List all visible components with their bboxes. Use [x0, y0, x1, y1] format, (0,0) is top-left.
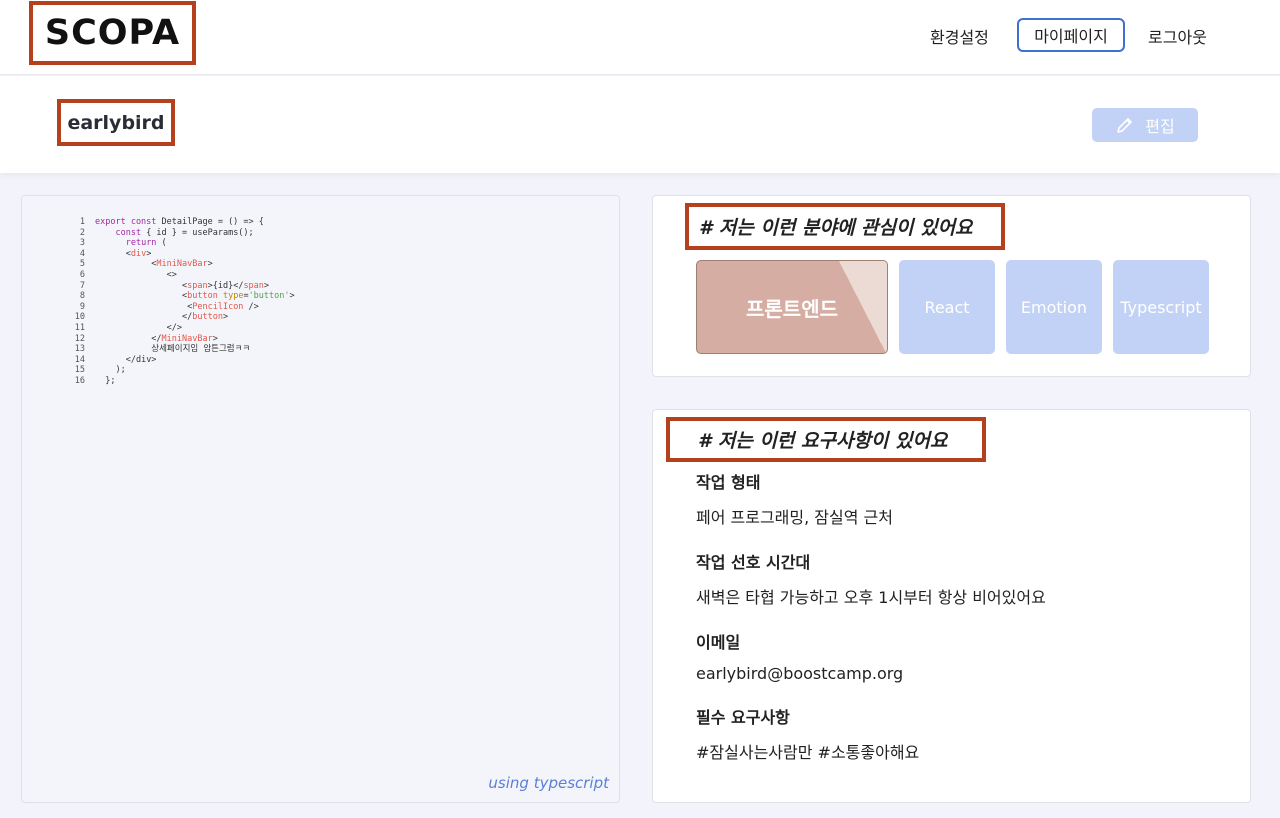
code-token: </>: [166, 322, 183, 333]
code-token: </div>: [125, 354, 157, 365]
logo[interactable]: SCOPA: [29, 1, 196, 65]
code-line: 7 <span>{id}</span>: [62, 281, 295, 292]
line-number: 2: [79, 227, 85, 238]
code-token: MiniNavBar: [161, 333, 213, 344]
code-panel: 1 export const DetailPage = () => { 2 con…: [21, 195, 620, 803]
code-token: />: [243, 301, 259, 312]
edit-button-label: 편집: [1145, 117, 1175, 136]
code-token: button: [192, 312, 223, 323]
code-token: { id } = useParams();: [141, 227, 254, 238]
line-number: 8: [79, 291, 85, 302]
requirement-label: 이메일: [696, 633, 741, 652]
code-line: 4 <div>: [62, 249, 295, 260]
requirement-value: 새벽은 타협 가능하고 오후 1시부터 항상 비어있어요: [696, 588, 1046, 607]
requirements-list: 작업 형태 페어 프로그래밍, 잠실역 근처 작업 선호 시간대 새벽은 타협 …: [696, 469, 1046, 784]
code-line: 14 </div>: [62, 355, 295, 366]
code-token: div: [130, 248, 147, 259]
code-token: span: [243, 280, 264, 291]
code-token: PencilIcon: [192, 301, 244, 312]
code-line: 1 export const DetailPage = () => {: [62, 217, 295, 228]
line-number: 9: [79, 301, 85, 312]
requirement-label: 필수 요구사항: [696, 708, 790, 727]
code-token: );: [115, 365, 126, 376]
profile-header: earlybird 편집: [0, 76, 1280, 173]
line-number: 12: [74, 333, 85, 344]
code-token: (: [156, 238, 167, 249]
code-token: </: [182, 312, 193, 323]
interest-chip-typescript[interactable]: Typescript: [1113, 260, 1209, 354]
nav-mypage-button[interactable]: 마이페이지: [1017, 18, 1125, 52]
line-number: 7: [79, 280, 85, 291]
code-language-caption: using typescript: [488, 774, 609, 792]
edit-button[interactable]: 편집: [1092, 108, 1198, 142]
chip-label: Typescript: [1120, 297, 1202, 317]
line-number: 6: [79, 269, 85, 280]
code-token: >: [146, 248, 152, 259]
requirement-value: 페어 프로그래밍, 잠실역 근처: [696, 508, 893, 527]
code-line: 3 return (: [62, 238, 295, 249]
code-token: >: [212, 333, 218, 344]
code-line: 2 const { id } = useParams();: [62, 228, 295, 239]
code-token: export const: [95, 217, 157, 227]
code-token: 상세페이지임 암튼그럼ㅋㅋ: [151, 344, 251, 355]
line-number: 14: [74, 354, 85, 365]
code-token: DetailPage = () => {: [156, 217, 264, 227]
line-number: 11: [74, 322, 85, 333]
code-token: <>: [166, 269, 177, 280]
code-token: MiniNavBar: [156, 259, 208, 270]
line-number: 5: [79, 259, 85, 270]
interest-chip-list: 프론트엔드 React Emotion Typescript: [696, 260, 1209, 354]
code-line: 6 <>: [62, 270, 295, 281]
code-token: >: [222, 312, 229, 323]
code-token: 'button': [248, 291, 290, 302]
code-line: 15 );: [62, 365, 295, 376]
code-token: >: [263, 280, 270, 291]
top-navigation-bar: SCOPA 환경설정 마이페이지 로그아웃: [0, 0, 1280, 75]
code-token: type: [217, 291, 244, 302]
line-number: 16: [74, 375, 85, 386]
requirements-title: # 저는 이런 요구사항이 있어요: [666, 417, 986, 462]
code-token: >: [289, 291, 295, 302]
chip-label: React: [924, 297, 970, 317]
code-token: };: [105, 375, 116, 386]
line-number: 3: [79, 238, 85, 249]
chip-label: Emotion: [1020, 297, 1088, 317]
code-block: 1 export const DetailPage = () => { 2 con…: [62, 217, 295, 387]
interest-chip-react[interactable]: React: [899, 260, 995, 354]
code-token: button: [187, 291, 218, 302]
requirement-label: 작업 형태: [696, 473, 761, 492]
interest-chip-emotion[interactable]: Emotion: [1006, 260, 1102, 354]
code-line: 8 <button type='button'>: [62, 291, 295, 302]
nav-settings-link[interactable]: 환경설정: [930, 24, 989, 48]
code-line: 9 <PencilIcon />: [62, 302, 295, 313]
chip-label: 프론트엔드: [746, 296, 838, 321]
username: earlybird: [57, 99, 175, 146]
code-token: return: [125, 238, 157, 249]
nav-logout-link[interactable]: 로그아웃: [1148, 24, 1207, 48]
code-token: >{id}</: [207, 280, 244, 291]
interests-title: # 저는 이런 분야에 관심이 있어요: [685, 203, 1005, 250]
interest-chip-frontend[interactable]: 프론트엔드: [696, 260, 888, 354]
line-number: 4: [79, 248, 85, 259]
code-token: </: [151, 333, 162, 344]
line-number: 13: [74, 344, 85, 355]
code-line: 10 </button>: [62, 312, 295, 323]
requirement-value: #잠실사는사람만 #소통좋아해요: [696, 743, 920, 762]
code-line: 12 </MiniNavBar>: [62, 334, 295, 345]
code-token: >: [207, 259, 213, 270]
requirement-label: 작업 선호 시간대: [696, 553, 811, 572]
line-number: 10: [74, 312, 85, 323]
interests-panel: # 저는 이런 분야에 관심이 있어요 프론트엔드 React Emotion …: [652, 195, 1251, 377]
code-line: 16 };: [62, 376, 295, 387]
requirement-value: earlybird@boostcamp.org: [696, 664, 904, 683]
pencil-icon: [1117, 118, 1133, 133]
code-line: 5 <MiniNavBar>: [62, 259, 295, 270]
line-number: 1: [79, 217, 85, 227]
code-token: span: [187, 280, 208, 291]
code-line: 11 </>: [62, 323, 295, 334]
code-line: 13 상세페이지임 암튼그럼ㅋㅋ: [62, 344, 295, 355]
line-number: 15: [74, 365, 85, 376]
code-token: const: [115, 227, 142, 238]
requirements-panel: # 저는 이런 요구사항이 있어요 작업 형태 페어 프로그래밍, 잠실역 근처…: [652, 409, 1251, 803]
